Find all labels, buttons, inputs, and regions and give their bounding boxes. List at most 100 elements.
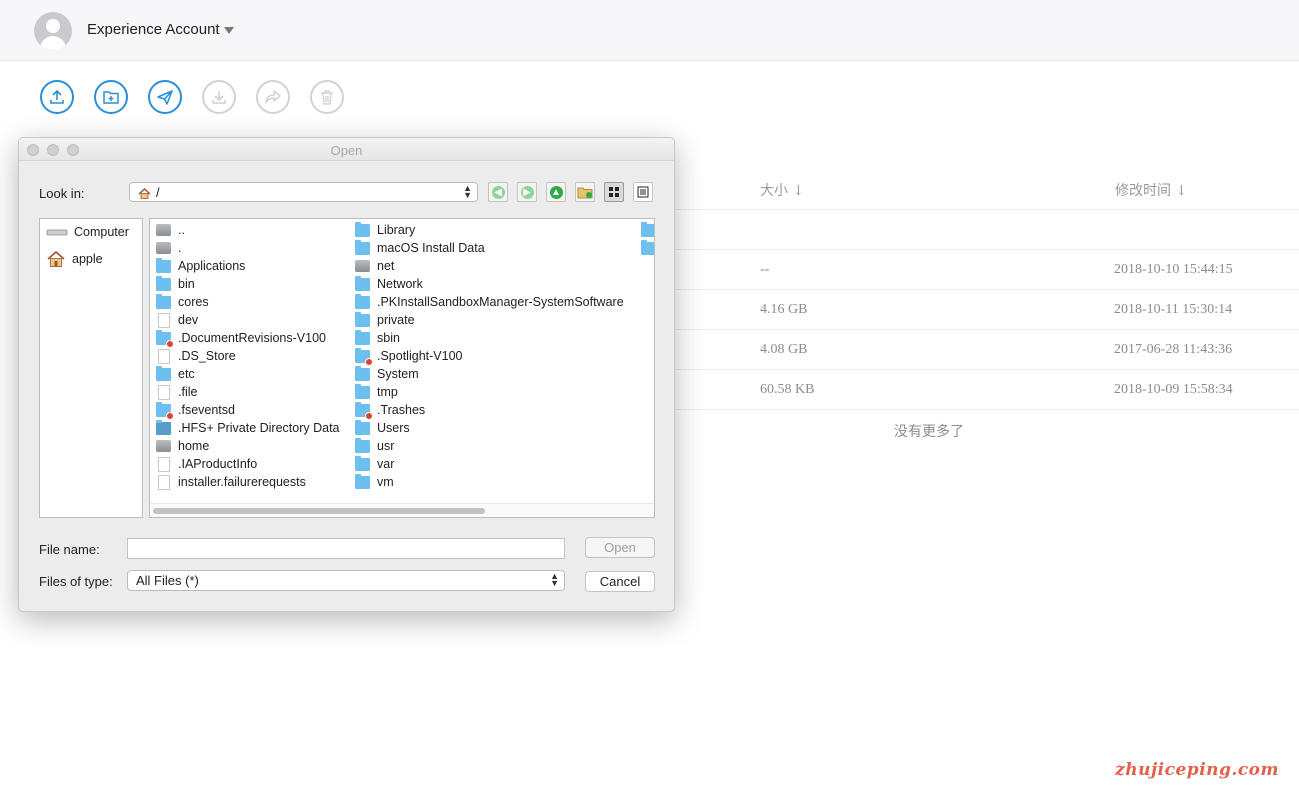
restricted-folder-icon — [355, 347, 373, 366]
file-item[interactable]: usr — [355, 437, 624, 455]
file-item[interactable]: macOS Install Data — [355, 239, 624, 257]
file-item[interactable]: tmp — [355, 383, 624, 401]
sidebar-item-label: apple — [72, 252, 103, 266]
file-item[interactable]: .fseventsd — [156, 401, 340, 420]
folder-icon — [355, 383, 370, 399]
file-item[interactable]: Users — [355, 419, 624, 437]
upload-button[interactable] — [40, 80, 74, 114]
file-item[interactable]: .DS_Store — [156, 347, 340, 365]
file-item-label: usr — [377, 439, 395, 453]
file-item[interactable]: cores — [156, 293, 340, 311]
send-button[interactable] — [148, 80, 182, 114]
up-button[interactable]: ▲ — [546, 182, 566, 202]
file-item[interactable]: .IAProductInfo — [156, 455, 340, 473]
home-icon — [47, 250, 65, 267]
file-item[interactable]: .PKInstallSandboxManager-SystemSoftware — [355, 293, 624, 311]
file-item-label: var — [377, 457, 395, 471]
trash-icon — [321, 90, 333, 105]
file-item[interactable]: . — [156, 239, 340, 257]
account-name[interactable]: Experience Account — [87, 21, 220, 38]
divider — [674, 409, 1299, 410]
row-modified: 2018-10-11 15:30:14 — [1114, 302, 1233, 317]
file-column: Library macOS Install Data net Network .PKIn… — [355, 221, 624, 491]
folder-icon — [355, 329, 370, 345]
folder-icon — [355, 221, 370, 237]
look-in-combo[interactable]: / ▲ ▼ — [129, 182, 478, 202]
sidebar-item-apple[interactable]: apple — [46, 250, 103, 268]
file-item[interactable]: .file — [156, 383, 340, 401]
file-item-label: Applications — [178, 259, 246, 273]
download-button[interactable] — [202, 80, 236, 114]
file-item-label: .PKInstallSandboxManager-SystemSoftware — [377, 295, 624, 309]
new-folder-button[interactable] — [94, 80, 128, 114]
file-item[interactable]: System — [355, 365, 624, 383]
row-size: 4.16 GB — [760, 302, 808, 317]
user-avatar-icon[interactable] — [34, 12, 72, 50]
file-item[interactable]: Library — [355, 221, 624, 239]
folder-icon — [355, 455, 370, 471]
document-icon — [158, 312, 170, 328]
file-column: ... Applications bin cores dev .DocumentRevis… — [156, 221, 340, 491]
file-item[interactable]: .Spotlight-V100 — [355, 347, 624, 366]
list-view-icon — [637, 186, 649, 198]
updown-arrows-icon: ▲ ▼ — [463, 183, 472, 200]
folder-icon — [355, 473, 370, 489]
file-browser: ... Applications bin cores dev .DocumentRevis… — [149, 218, 655, 518]
file-item-label: tmp — [377, 385, 398, 399]
sidebar-item-computer[interactable]: Computer — [46, 225, 129, 239]
list-view-button[interactable] — [633, 182, 653, 202]
share-button[interactable] — [256, 80, 290, 114]
size-column-header[interactable]: 大小 ↓ — [760, 180, 804, 200]
file-type-select[interactable]: All Files (*) ▲ ▼ — [127, 570, 565, 591]
file-item[interactable]: var — [355, 455, 624, 473]
file-name-input[interactable] — [127, 538, 565, 559]
scrollbar-thumb[interactable] — [153, 508, 485, 514]
folder-icon — [156, 293, 171, 309]
file-item[interactable]: net — [355, 257, 624, 275]
folder-icon — [355, 239, 370, 255]
look-in-label: Look in: — [39, 186, 85, 201]
file-item-label: .Trashes — [377, 403, 426, 417]
file-item[interactable]: sbin — [355, 329, 624, 347]
places-sidebar: Computer apple — [39, 218, 143, 518]
file-item-label: System — [377, 367, 419, 381]
file-item[interactable]: Network — [355, 275, 624, 293]
file-item[interactable]: home — [156, 437, 340, 455]
computer-icon — [46, 229, 68, 236]
caret-down-icon[interactable] — [224, 27, 234, 34]
file-item[interactable]: .HFS+ Private Directory Data — [156, 419, 340, 437]
file-item[interactable]: .Trashes — [355, 401, 624, 420]
file-item[interactable]: etc — [156, 365, 340, 383]
look-in-path: / — [156, 184, 160, 200]
restricted-folder-icon — [156, 329, 174, 348]
upload-icon — [50, 89, 64, 104]
file-item-label: .IAProductInfo — [178, 457, 258, 471]
file-item-label: . — [178, 241, 182, 255]
document-icon — [158, 456, 170, 472]
file-item-label: .DS_Store — [178, 349, 236, 363]
icon-view-button[interactable] — [604, 182, 624, 202]
create-folder-button[interactable] — [575, 182, 595, 202]
forward-button[interactable]: ▶ — [517, 182, 537, 202]
file-item[interactable]: dev — [156, 311, 340, 329]
cancel-button[interactable]: Cancel — [585, 571, 655, 592]
horizontal-scrollbar[interactable] — [150, 503, 654, 517]
delete-button[interactable] — [310, 80, 344, 114]
file-item-label: .. — [178, 223, 185, 237]
modified-column-header[interactable]: 修改时间 ↓ — [1115, 180, 1187, 200]
folder-icon — [355, 311, 370, 327]
file-item[interactable]: vm — [355, 473, 624, 491]
folder-icon — [156, 257, 171, 273]
file-item[interactable]: installer.failurerequests — [156, 473, 340, 491]
file-item[interactable]: Applications — [156, 257, 340, 275]
open-button[interactable]: Open — [585, 537, 655, 558]
file-item[interactable]: bin — [156, 275, 340, 293]
back-button[interactable]: ◀ — [488, 182, 508, 202]
sidebar-item-label: Computer — [74, 225, 129, 239]
file-item[interactable]: private — [355, 311, 624, 329]
home-icon — [138, 187, 151, 199]
file-item[interactable]: .DocumentRevisions-V100 — [156, 329, 340, 348]
dialog-titlebar[interactable]: Open — [19, 138, 674, 161]
file-item[interactable]: .. — [156, 221, 340, 239]
folder-icon — [156, 365, 171, 381]
